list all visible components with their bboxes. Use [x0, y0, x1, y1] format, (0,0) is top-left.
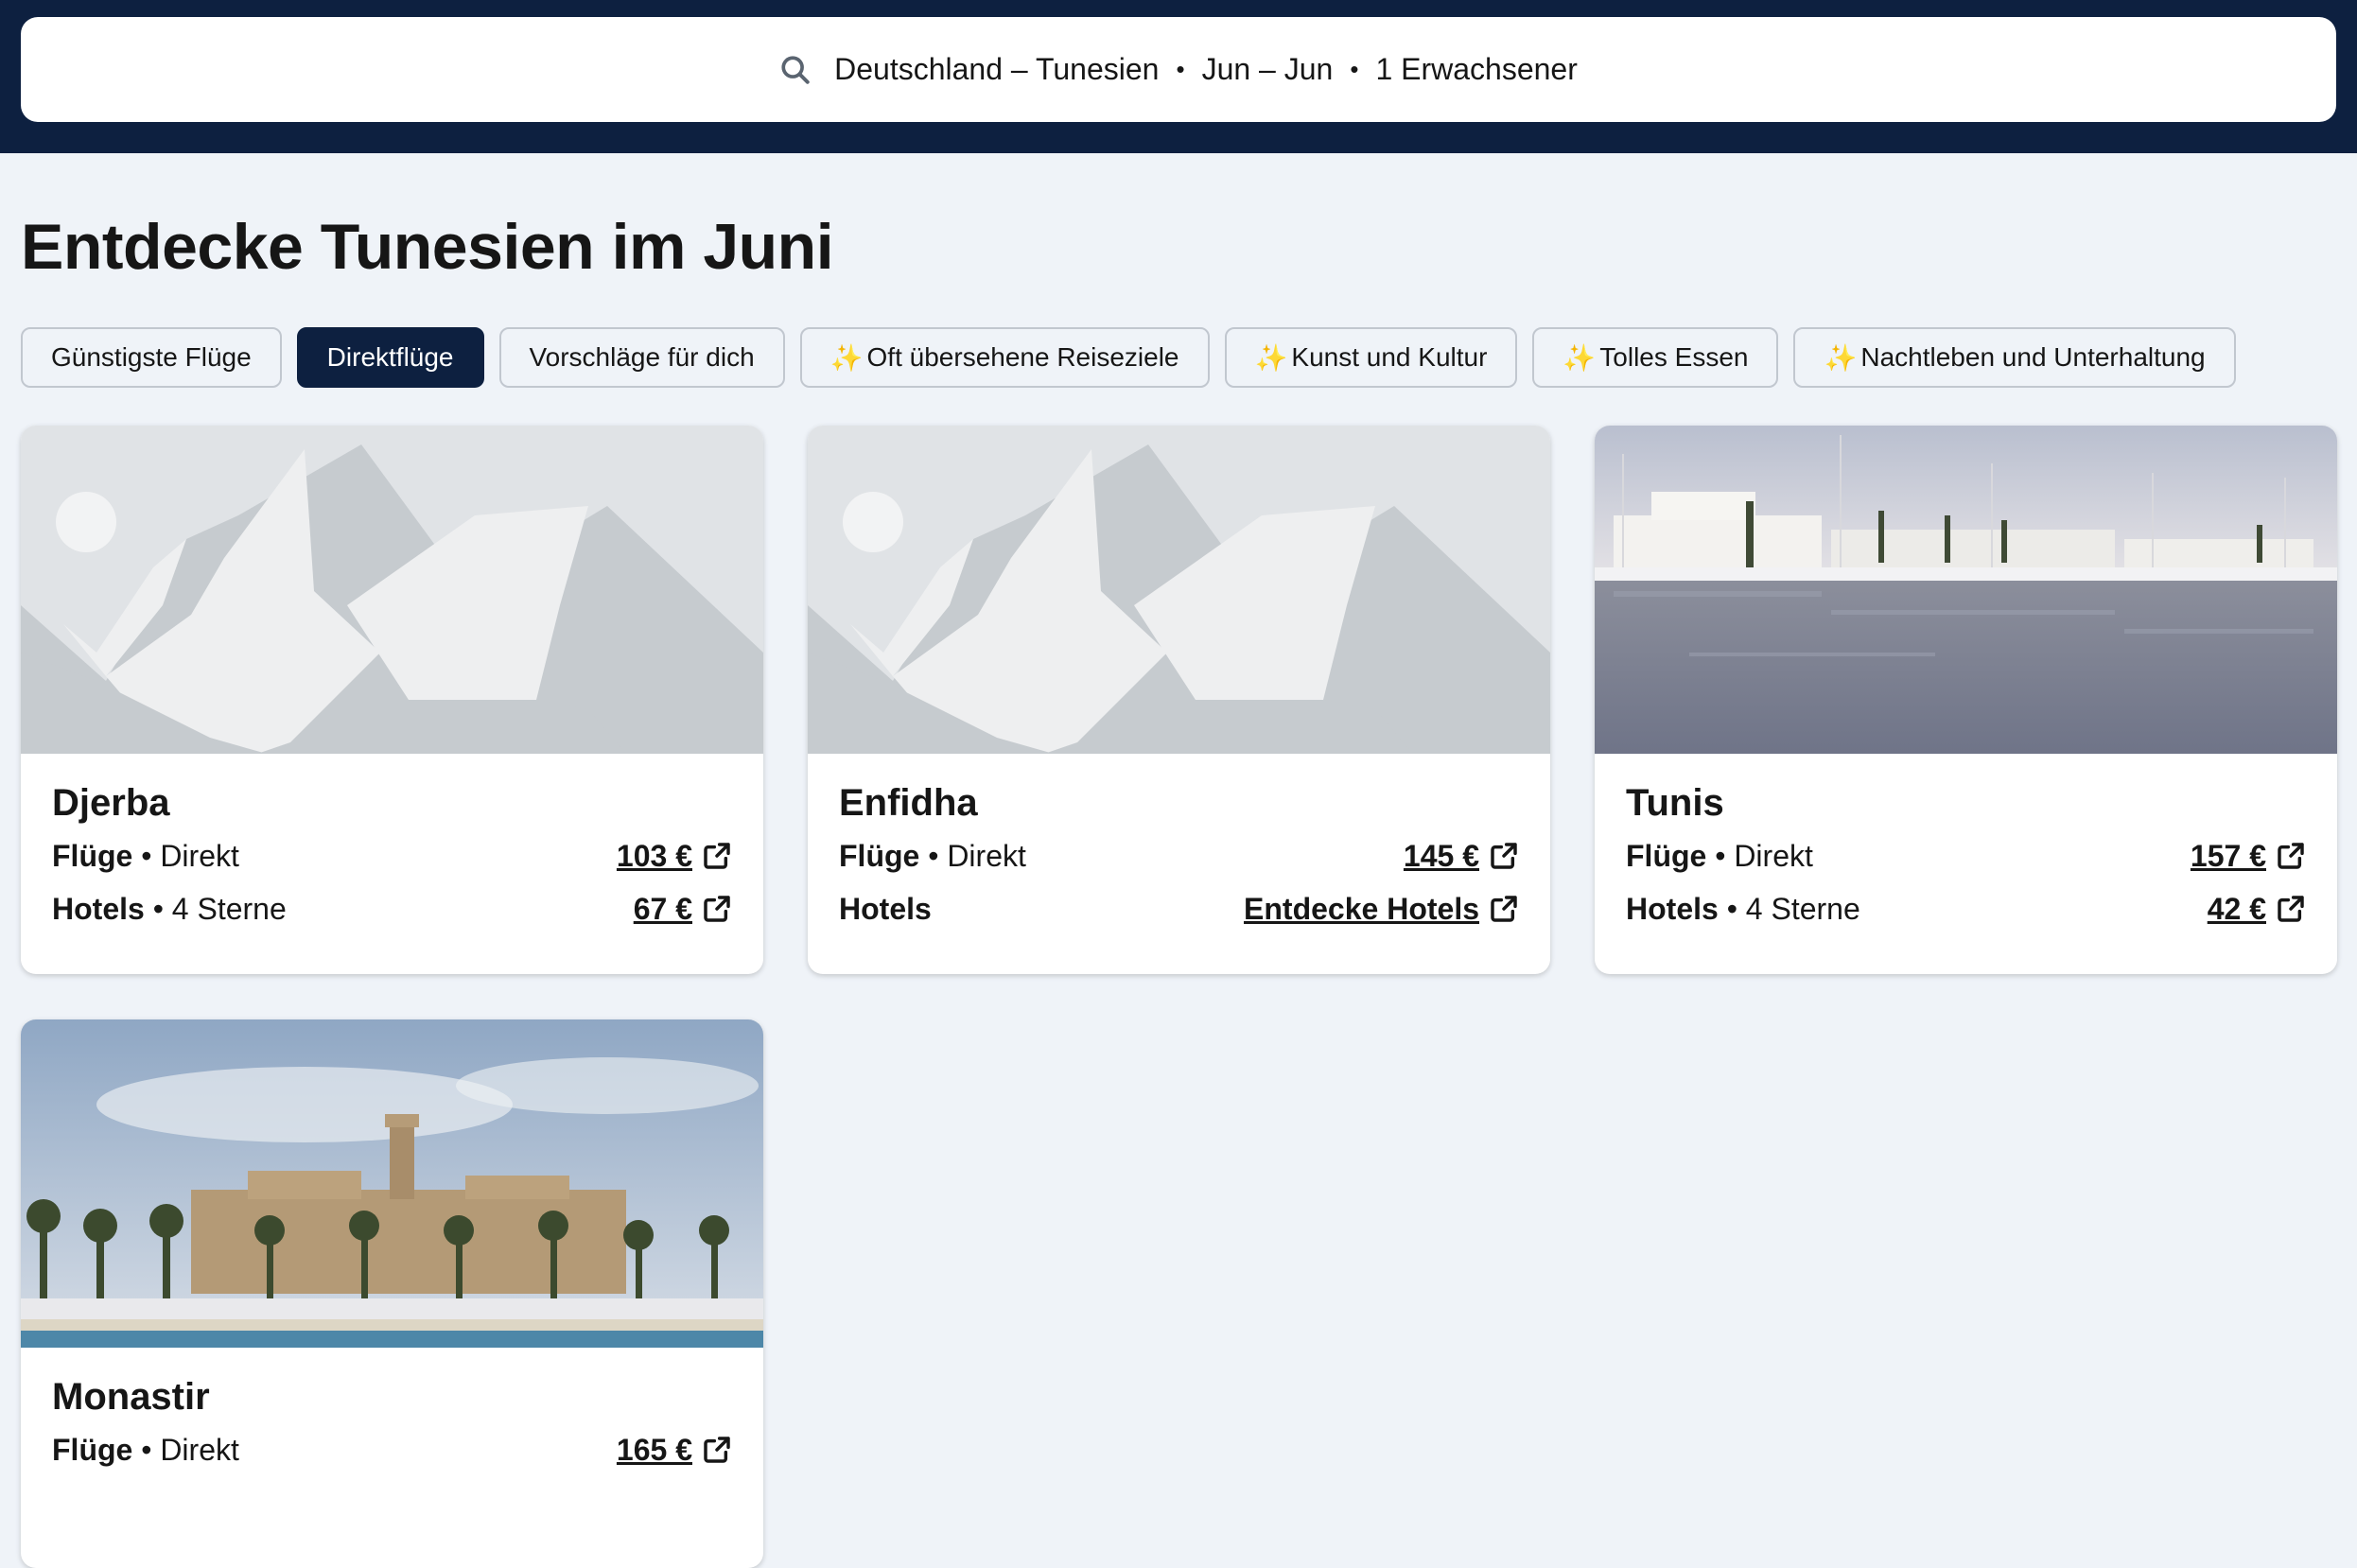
bullet: • — [1726, 891, 1737, 926]
filter-chip-suggestions[interactable]: Vorschläge für dich — [498, 327, 785, 388]
flights-label: Flüge — [52, 1432, 133, 1467]
filter-chip-label: Tolles Essen — [1599, 342, 1749, 372]
filter-chip-label: Kunst und Kultur — [1291, 342, 1488, 372]
flight-price: 103 € — [616, 838, 692, 873]
external-link-icon — [2278, 896, 2304, 922]
flights-label: Flüge — [52, 838, 133, 873]
flight-type: Direkt — [947, 838, 1026, 873]
filter-chip-nightlife[interactable]: ✨ Nachtleben und Unterhaltung — [1793, 327, 2236, 388]
flights-label: Flüge — [1626, 838, 1707, 873]
hotel-stars: 4 Sterne — [1745, 891, 1860, 926]
filter-chip-direct[interactable]: Direktflüge — [296, 327, 484, 388]
filter-chip-label: Direktflüge — [326, 342, 454, 372]
filter-chip-label: Günstigste Flüge — [51, 342, 252, 372]
hotel-price: 67 € — [633, 891, 692, 926]
bullet: • — [141, 1432, 152, 1467]
flight-price: 145 € — [1403, 838, 1479, 873]
external-link-icon — [704, 896, 730, 922]
filter-chip-label: Vorschläge für dich — [529, 342, 755, 372]
explore-hotels-link[interactable]: Entdecke Hotels — [1244, 892, 1519, 927]
filter-chip-label: Nachtleben und Unterhaltung — [1860, 342, 2206, 372]
bullet: • — [141, 838, 152, 873]
flights-row: Flüge • Direkt 157 € — [1626, 829, 2306, 882]
external-link-icon — [704, 843, 730, 869]
external-link-icon — [1491, 896, 1517, 922]
destination-card-monastir[interactable]: Monastir Flüge • Direkt 165 € — [21, 1019, 763, 1568]
destination-name: Enfidha — [839, 782, 978, 824]
hotel-price: 42 € — [2207, 891, 2266, 926]
external-link-icon — [704, 1437, 730, 1463]
flight-type: Direkt — [160, 838, 239, 873]
flight-price-link[interactable]: 103 € — [617, 839, 732, 874]
destination-name: Tunis — [1626, 782, 1724, 824]
search-dates: Jun – Jun — [1201, 52, 1334, 86]
search-travellers: 1 Erwachsener — [1375, 52, 1578, 86]
destination-name: Djerba — [52, 782, 170, 824]
hotels-row: Hotels • 4 Sterne 42 € — [1626, 882, 2306, 935]
sparkle-icon: ✨ — [829, 342, 864, 373]
hotels-label: Hotels — [1626, 891, 1719, 926]
destination-card-djerba[interactable]: Djerba Flüge • Direkt 103 € Hotels • 4 S… — [21, 426, 763, 974]
destination-name: Monastir — [52, 1376, 210, 1418]
external-link-icon — [1491, 843, 1517, 869]
flight-price-link[interactable]: 165 € — [617, 1433, 732, 1468]
external-link-icon — [2278, 843, 2304, 869]
flight-type: Direkt — [160, 1432, 239, 1467]
flights-row: Flüge • Direkt 145 € — [839, 829, 1519, 882]
search-icon — [781, 55, 810, 84]
filter-chip-food[interactable]: ✨ Tolles Essen — [1532, 327, 1779, 388]
bullet: • — [928, 838, 939, 873]
placeholder-mountains-icon — [808, 426, 1550, 754]
flight-price-link[interactable]: 145 € — [1404, 839, 1519, 874]
search-separator: • — [1350, 55, 1359, 83]
hotels-row: Hotels Entdecke Hotels — [839, 882, 1519, 935]
placeholder-mountains-icon — [21, 426, 763, 754]
filter-chip-art-culture[interactable]: ✨ Kunst und Kultur — [1224, 327, 1518, 388]
hotel-stars: 4 Sterne — [171, 891, 287, 926]
hotels-row: Hotels • 4 Sterne 67 € — [52, 882, 732, 935]
search-separator: • — [1176, 55, 1185, 83]
fortress-photo — [21, 1019, 763, 1348]
bullet: • — [152, 891, 164, 926]
search-route: Deutschland – Tunesien — [834, 52, 1160, 86]
harbour-photo — [1595, 426, 2337, 754]
sparkle-icon: ✨ — [1254, 342, 1288, 373]
filter-chip-cheapest[interactable]: Günstigste Flüge — [21, 327, 282, 388]
flights-row: Flüge • Direkt 165 € — [52, 1423, 732, 1476]
hotel-price-link[interactable]: 42 € — [2208, 892, 2306, 927]
flights-row: Flüge • Direkt 103 € — [52, 829, 732, 882]
hotel-price-link[interactable]: 67 € — [634, 892, 732, 927]
filter-chip-label: Oft übersehene Reiseziele — [866, 342, 1179, 372]
flight-price-link[interactable]: 157 € — [2191, 839, 2306, 874]
flight-price: 157 € — [2190, 838, 2266, 873]
sparkle-icon: ✨ — [1563, 342, 1597, 373]
destination-card-tunis[interactable]: Tunis Flüge • Direkt 157 € Hotels • 4 St… — [1595, 426, 2337, 974]
filter-chips: Günstigste Flüge Direktflüge Vorschläge … — [21, 327, 2236, 388]
sparkle-icon: ✨ — [1824, 342, 1858, 373]
hotel-price: Entdecke Hotels — [1244, 891, 1479, 926]
page-title: Entdecke Tunesien im Juni — [21, 211, 834, 283]
hotels-label: Hotels — [839, 891, 932, 926]
destination-card-enfidha[interactable]: Enfidha Flüge • Direkt 145 € Hotels Entd… — [808, 426, 1550, 974]
flight-price: 165 € — [616, 1432, 692, 1467]
search-summary-button[interactable]: Deutschland – Tunesien • Jun – Jun • 1 E… — [21, 17, 2336, 122]
bullet: • — [1715, 838, 1726, 873]
hotels-label: Hotels — [52, 891, 145, 926]
flights-label: Flüge — [839, 838, 920, 873]
flight-type: Direkt — [1734, 838, 1813, 873]
filter-chip-overlooked[interactable]: ✨ Oft übersehene Reiseziele — [799, 327, 1210, 388]
header-bar: Deutschland – Tunesien • Jun – Jun • 1 E… — [0, 0, 2357, 153]
